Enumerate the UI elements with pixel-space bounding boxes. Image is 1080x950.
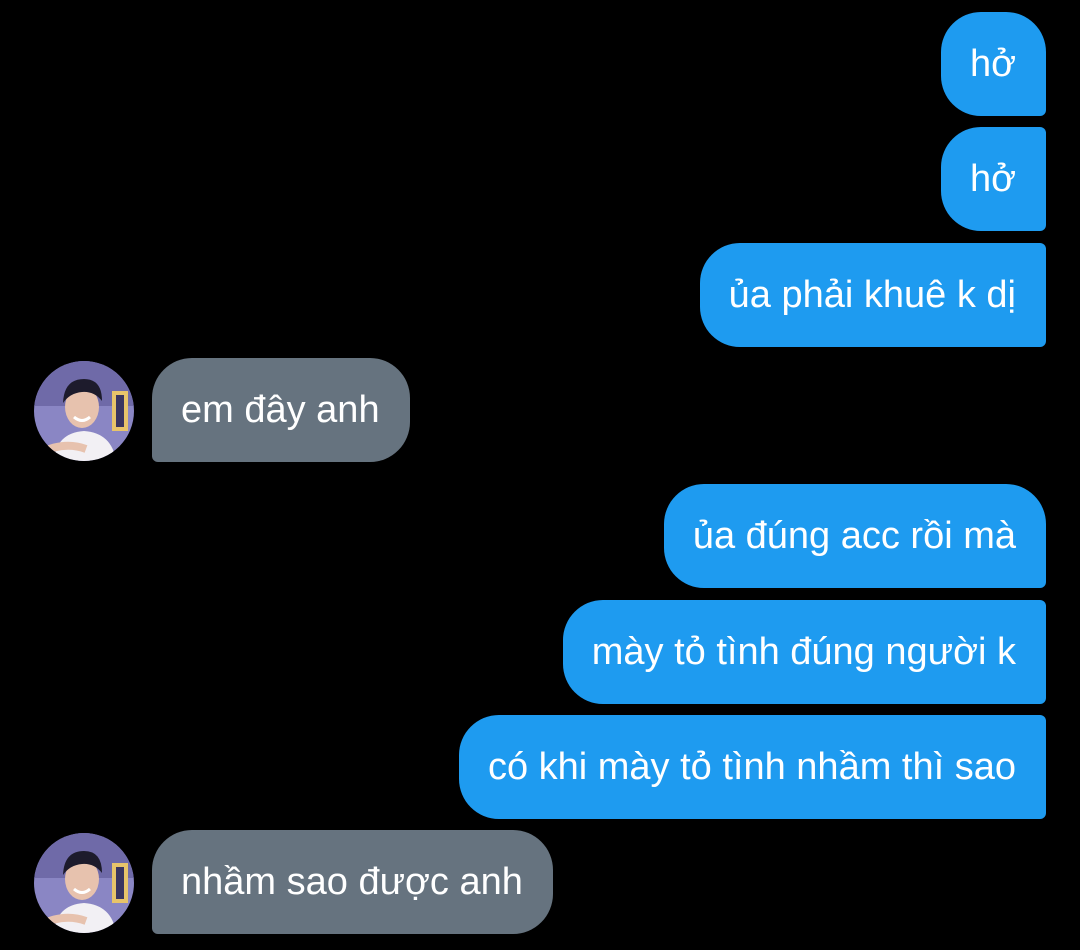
avatar-photo-icon — [34, 833, 134, 933]
incoming-message[interactable]: nhầm sao được anh — [152, 830, 553, 934]
contact-avatar[interactable] — [34, 833, 134, 933]
outgoing-message[interactable]: ủa phải khuê k dị — [699, 243, 1046, 347]
outgoing-message[interactable]: có khi mày tỏ tình nhầm thì sao — [458, 715, 1046, 819]
contact-avatar[interactable] — [34, 361, 134, 461]
outgoing-message[interactable]: hở — [940, 12, 1046, 116]
incoming-message[interactable]: em đây anh — [152, 358, 410, 462]
avatar-photo-icon — [34, 361, 134, 461]
chat-thread: hở hở ủa phải khuê k dị em đây anh ủa đú… — [0, 0, 1080, 950]
outgoing-message[interactable]: hở — [940, 127, 1046, 231]
outgoing-message[interactable]: mày tỏ tình đúng người k — [562, 600, 1046, 704]
outgoing-message[interactable]: ủa đúng acc rồi mà — [663, 484, 1046, 588]
